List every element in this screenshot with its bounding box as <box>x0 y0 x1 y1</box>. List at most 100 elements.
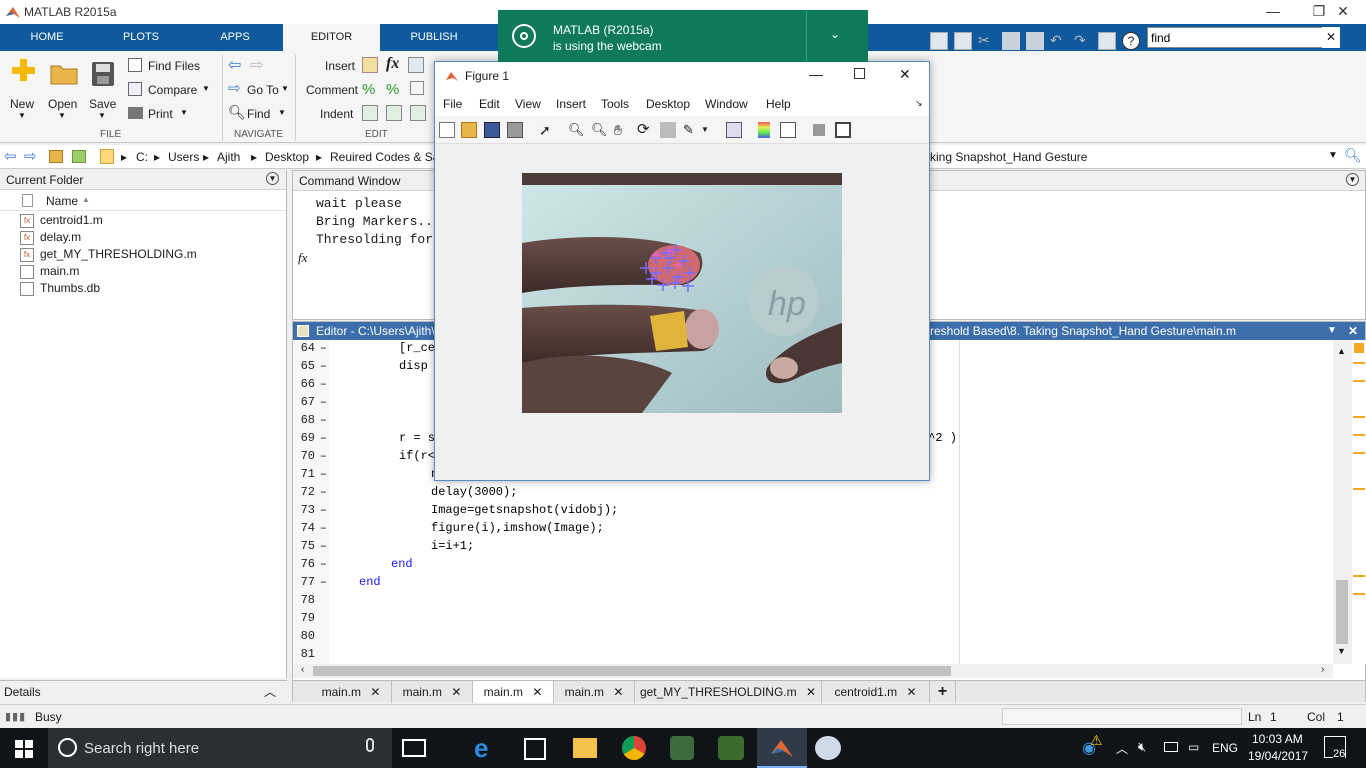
brush-icon[interactable]: ✎ <box>683 122 699 138</box>
language-indicator[interactable]: ENG <box>1212 741 1238 755</box>
editor-close-icon[interactable]: ✕ <box>1348 322 1358 340</box>
path-tail[interactable]: king Snapshot_Hand Gesture <box>930 150 1087 164</box>
clock-date[interactable]: 19/04/2017 <box>1248 749 1308 763</box>
zoom-in-icon[interactable]: 🔍︎ <box>568 122 585 138</box>
scroll-up-icon[interactable]: ▲ <box>1337 346 1346 356</box>
figure-minimize-button[interactable]: — <box>809 66 823 82</box>
warning-marker[interactable] <box>1353 452 1365 454</box>
new-figure-icon[interactable] <box>439 122 455 138</box>
smart-indent-icon[interactable] <box>362 105 378 121</box>
store-icon[interactable] <box>524 738 546 760</box>
tab-editor[interactable]: EDITOR <box>283 24 380 51</box>
editor-tab-active[interactable]: main.m ✕ <box>473 681 554 703</box>
file-item[interactable]: fx get_MY_THRESHOLDING.m <box>20 246 197 263</box>
file-item[interactable]: main.m <box>20 263 79 280</box>
minimize-button[interactable]: — <box>1250 0 1296 24</box>
compare-button[interactable]: Compare ▼ <box>128 81 220 99</box>
edge-browser-icon[interactable]: e <box>474 734 504 762</box>
menu-help[interactable]: Help <box>766 97 791 111</box>
file-item[interactable]: fx centroid1.m <box>20 212 103 229</box>
undo-icon[interactable]: ↶ <box>1050 32 1068 50</box>
new-tab-button[interactable]: + <box>930 681 956 703</box>
microphone-icon[interactable] <box>366 738 374 752</box>
open-file-icon[interactable] <box>461 122 477 138</box>
warning-icon[interactable]: ⚠ <box>1090 732 1103 749</box>
close-icon[interactable]: ✕ <box>806 685 816 699</box>
panel-actions-icon[interactable]: ▼ <box>266 172 279 185</box>
back-arrow-icon[interactable]: ⇦ <box>228 55 241 75</box>
close-icon[interactable]: ✕ <box>906 685 916 699</box>
scroll-left-icon[interactable]: ‹ <box>301 664 304 675</box>
editor-tab[interactable]: main.m ✕ <box>392 681 473 703</box>
horizontal-scrollbar[interactable]: ‹ › <box>293 664 1333 678</box>
file-item[interactable]: fx delay.m <box>20 229 81 246</box>
uncomment-icon[interactable]: % <box>386 81 399 98</box>
wrap-comments-icon[interactable] <box>410 81 424 95</box>
task-view-icon[interactable] <box>402 739 426 757</box>
clock-time[interactable]: 10:03 AM <box>1252 732 1303 746</box>
find-files-button[interactable]: Find Files <box>128 57 220 75</box>
search-documentation-input[interactable] <box>1147 27 1340 48</box>
windows-start-icon[interactable] <box>15 740 33 758</box>
warning-indicator[interactable] <box>1354 343 1364 353</box>
figure-close-button[interactable]: ✕ <box>899 66 911 83</box>
panel-actions-icon[interactable]: ▼ <box>1346 173 1359 186</box>
menu-desktop[interactable]: Desktop <box>646 97 690 111</box>
chrome-icon[interactable] <box>622 736 646 760</box>
print-button[interactable]: Print ▼ <box>128 105 220 123</box>
help-icon[interactable]: ? <box>1122 32 1140 50</box>
close-icon[interactable]: ✕ <box>451 685 461 699</box>
save-icon[interactable] <box>954 32 972 50</box>
warning-marker[interactable] <box>1353 593 1365 595</box>
decrease-indent-icon[interactable] <box>410 105 426 121</box>
tab-plots[interactable]: PLOTS <box>94 24 188 51</box>
back-arrow-icon[interactable]: ⇦ <box>4 147 17 165</box>
colorbar-icon[interactable] <box>758 122 770 138</box>
up-folder-icon[interactable] <box>49 150 63 163</box>
warning-marker[interactable] <box>1353 362 1365 364</box>
matlab-taskbar-button[interactable] <box>757 728 807 768</box>
volume-muted-icon[interactable]: 🔇︎ <box>1138 739 1146 755</box>
tripadvisor-icon[interactable] <box>718 736 744 760</box>
find-button[interactable]: 🔍︎ Find ▼ <box>228 104 292 123</box>
browse-folder-icon[interactable] <box>72 150 86 163</box>
warning-marker[interactable] <box>1353 380 1365 382</box>
tab-apps[interactable]: APPS <box>188 24 282 51</box>
menu-view[interactable]: View <box>515 97 541 111</box>
redo-icon[interactable]: ↷ <box>1074 32 1092 50</box>
menu-overflow-icon[interactable]: ↘ <box>915 98 923 109</box>
search-folder-icon[interactable]: 🔍︎ <box>1344 147 1362 164</box>
open-button[interactable]: Open ▼ <box>46 55 82 125</box>
menu-edit[interactable]: Edit <box>479 97 500 111</box>
editor-actions-icon[interactable]: ▼ <box>1327 322 1337 340</box>
close-button[interactable]: ✕ <box>1320 0 1366 24</box>
scroll-right-icon[interactable]: › <box>1321 664 1324 675</box>
path-segment[interactable]: Desktop <box>265 150 309 164</box>
paste-icon[interactable] <box>1026 32 1044 50</box>
layout-icon[interactable] <box>930 32 948 50</box>
insert-fi-icon[interactable] <box>408 57 424 73</box>
warning-marker[interactable] <box>1353 434 1365 436</box>
tab-publish[interactable]: PUBLISH <box>383 24 485 51</box>
editor-tab[interactable]: centroid1.m ✕ <box>822 681 930 703</box>
path-segment[interactable]: Ajith <box>217 150 240 164</box>
figure-window[interactable]: Figure 1 — ✕ File Edit View Insert Tools… <box>434 61 930 481</box>
edit-plot-pointer-icon[interactable]: ➚ <box>539 122 555 138</box>
warning-marker[interactable] <box>1353 416 1365 418</box>
file-item[interactable]: Thumbs.db <box>20 280 100 297</box>
forward-arrow-icon[interactable]: ⇨ <box>250 55 263 75</box>
data-cursor-icon[interactable] <box>660 122 676 138</box>
chevron-up-icon[interactable]: ︿ <box>1116 740 1128 757</box>
scrollbar-thumb[interactable] <box>1336 580 1348 644</box>
editor-tab[interactable]: main.m ✕ <box>311 681 392 703</box>
figure-maximize-button[interactable] <box>854 68 865 79</box>
save-button[interactable]: Save ▼ <box>88 55 120 125</box>
menu-tools[interactable]: Tools <box>601 97 629 111</box>
battery-icon[interactable] <box>1164 742 1178 752</box>
menu-window[interactable]: Window <box>705 97 748 111</box>
close-icon[interactable]: ✕ <box>613 685 623 699</box>
insert-section-icon[interactable] <box>362 57 378 73</box>
evernote-icon[interactable] <box>670 736 694 760</box>
warning-marker[interactable] <box>1353 488 1365 490</box>
path-segment[interactable]: Reuired Codes & Sa <box>330 150 439 164</box>
